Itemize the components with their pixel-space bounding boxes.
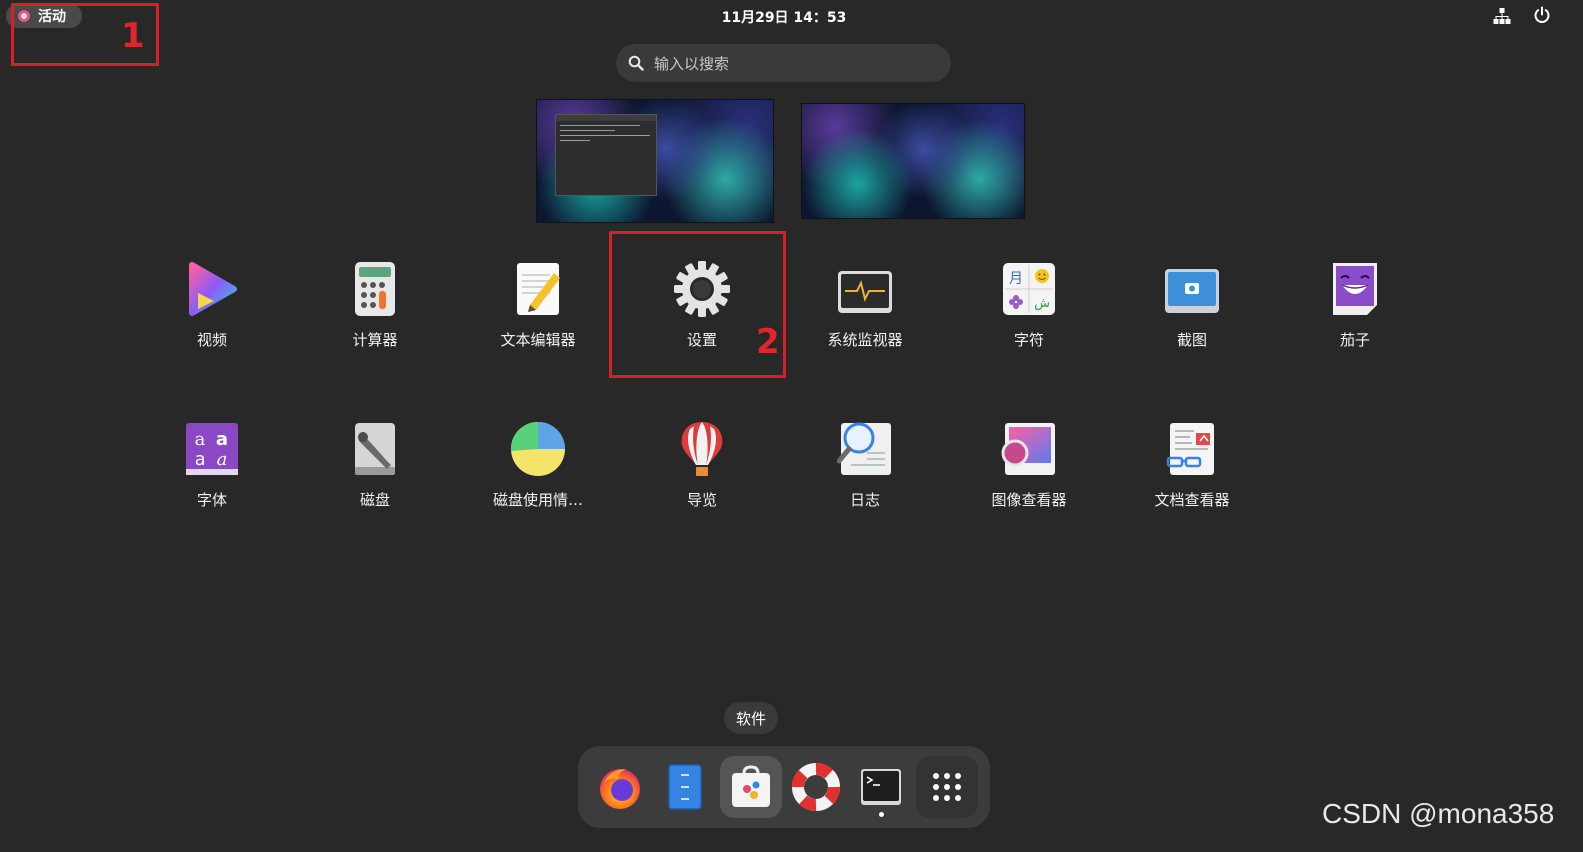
- app-label: 计算器: [352, 331, 398, 349]
- app-grid-icon: [933, 773, 961, 801]
- top-bar: 活动 11月29日 14：53: [0, 0, 1583, 32]
- svg-text:a: a: [216, 429, 228, 450]
- svg-text:a: a: [217, 449, 228, 470]
- search-input[interactable]: 输入以搜索: [616, 44, 951, 82]
- app-label: 磁盘使用情…: [492, 491, 583, 509]
- app-label: 字符: [1013, 331, 1044, 349]
- dock-tooltip: 软件: [724, 702, 778, 734]
- disk-usage-icon: [510, 421, 565, 476]
- software-icon: [732, 765, 770, 807]
- dock-software[interactable]: [720, 756, 782, 818]
- app-label: 导览: [686, 491, 717, 509]
- app-label: 截图: [1176, 331, 1207, 349]
- app-text-editor[interactable]: 文本编辑器: [473, 261, 603, 371]
- svg-text:a: a: [195, 449, 206, 470]
- svg-text:a: a: [195, 429, 206, 450]
- app-label: 日志: [849, 491, 880, 509]
- dock-firefox[interactable]: [589, 756, 651, 818]
- clock[interactable]: 11月29日 14：53: [0, 7, 1568, 27]
- app-label: 磁盘: [359, 491, 390, 509]
- help-icon: [792, 763, 840, 811]
- search-icon: [628, 55, 644, 71]
- screenshot-icon: [1165, 269, 1219, 313]
- dock: [578, 746, 990, 828]
- fonts-icon: a a a a: [186, 423, 238, 475]
- terminal-window-thumbnail[interactable]: [555, 114, 657, 196]
- disks-icon: [355, 423, 395, 475]
- calculator-icon: [355, 262, 395, 316]
- logs-icon: [837, 422, 891, 475]
- app-fonts[interactable]: a a a a 字体: [147, 421, 277, 531]
- app-document-viewer[interactable]: 文档查看器: [1127, 421, 1257, 531]
- terminal-icon: [861, 769, 901, 805]
- search-placeholder: 输入以搜索: [654, 54, 730, 73]
- app-label: 视频: [196, 331, 227, 349]
- svg-text:ش: ش: [1034, 296, 1050, 311]
- app-screenshot[interactable]: 截图: [1127, 261, 1257, 371]
- app-videos[interactable]: 视频: [147, 261, 277, 371]
- app-tour[interactable]: 导览: [637, 421, 767, 531]
- app-label: 文本编辑器: [500, 331, 576, 349]
- files-icon: [668, 764, 702, 810]
- dock-terminal[interactable]: [850, 756, 912, 818]
- annotation-number-2: 2: [756, 322, 780, 362]
- text-editor-icon: [517, 263, 560, 315]
- firefox-icon: [600, 769, 640, 809]
- cheese-icon: [1333, 263, 1377, 315]
- videos-icon: [189, 262, 237, 316]
- app-label: 茄子: [1339, 331, 1370, 349]
- app-disks[interactable]: 磁盘: [310, 421, 440, 531]
- document-viewer-icon: [1166, 423, 1214, 475]
- wallpaper: [802, 104, 1024, 218]
- app-label: 图像查看器: [991, 491, 1067, 509]
- app-label: 文档查看器: [1154, 491, 1230, 509]
- dock-show-apps[interactable]: [916, 756, 978, 818]
- app-system-monitor[interactable]: 系统监视器: [800, 261, 930, 371]
- workspace-thumbnail-1[interactable]: [537, 100, 773, 222]
- app-disk-usage[interactable]: 磁盘使用情…: [473, 421, 603, 531]
- annotation-number-1: 1: [121, 16, 145, 56]
- watermark: CSDN @mona358: [1322, 798, 1555, 829]
- app-label: 系统监视器: [827, 331, 903, 349]
- app-logs[interactable]: 日志: [800, 421, 930, 531]
- tour-balloon-icon: [681, 422, 723, 476]
- dock-files[interactable]: [654, 756, 716, 818]
- terminal-running-indicator: [879, 812, 884, 817]
- app-cheese[interactable]: 茄子: [1290, 261, 1420, 371]
- dock-help[interactable]: [785, 756, 847, 818]
- svg-text:月: 月: [1009, 271, 1023, 287]
- power-icon[interactable]: [1533, 6, 1551, 24]
- app-characters[interactable]: 月 ش 字符: [964, 261, 1094, 371]
- system-monitor-icon: [838, 271, 892, 313]
- workspace-thumbnail-2[interactable]: [802, 104, 1024, 218]
- network-icon[interactable]: [1493, 8, 1511, 24]
- app-label: 字体: [196, 491, 227, 509]
- characters-icon: 月 ش: [1003, 263, 1055, 315]
- image-viewer-icon: [1001, 423, 1055, 475]
- app-calculator[interactable]: 计算器: [310, 261, 440, 371]
- app-image-viewer[interactable]: 图像查看器: [964, 421, 1094, 531]
